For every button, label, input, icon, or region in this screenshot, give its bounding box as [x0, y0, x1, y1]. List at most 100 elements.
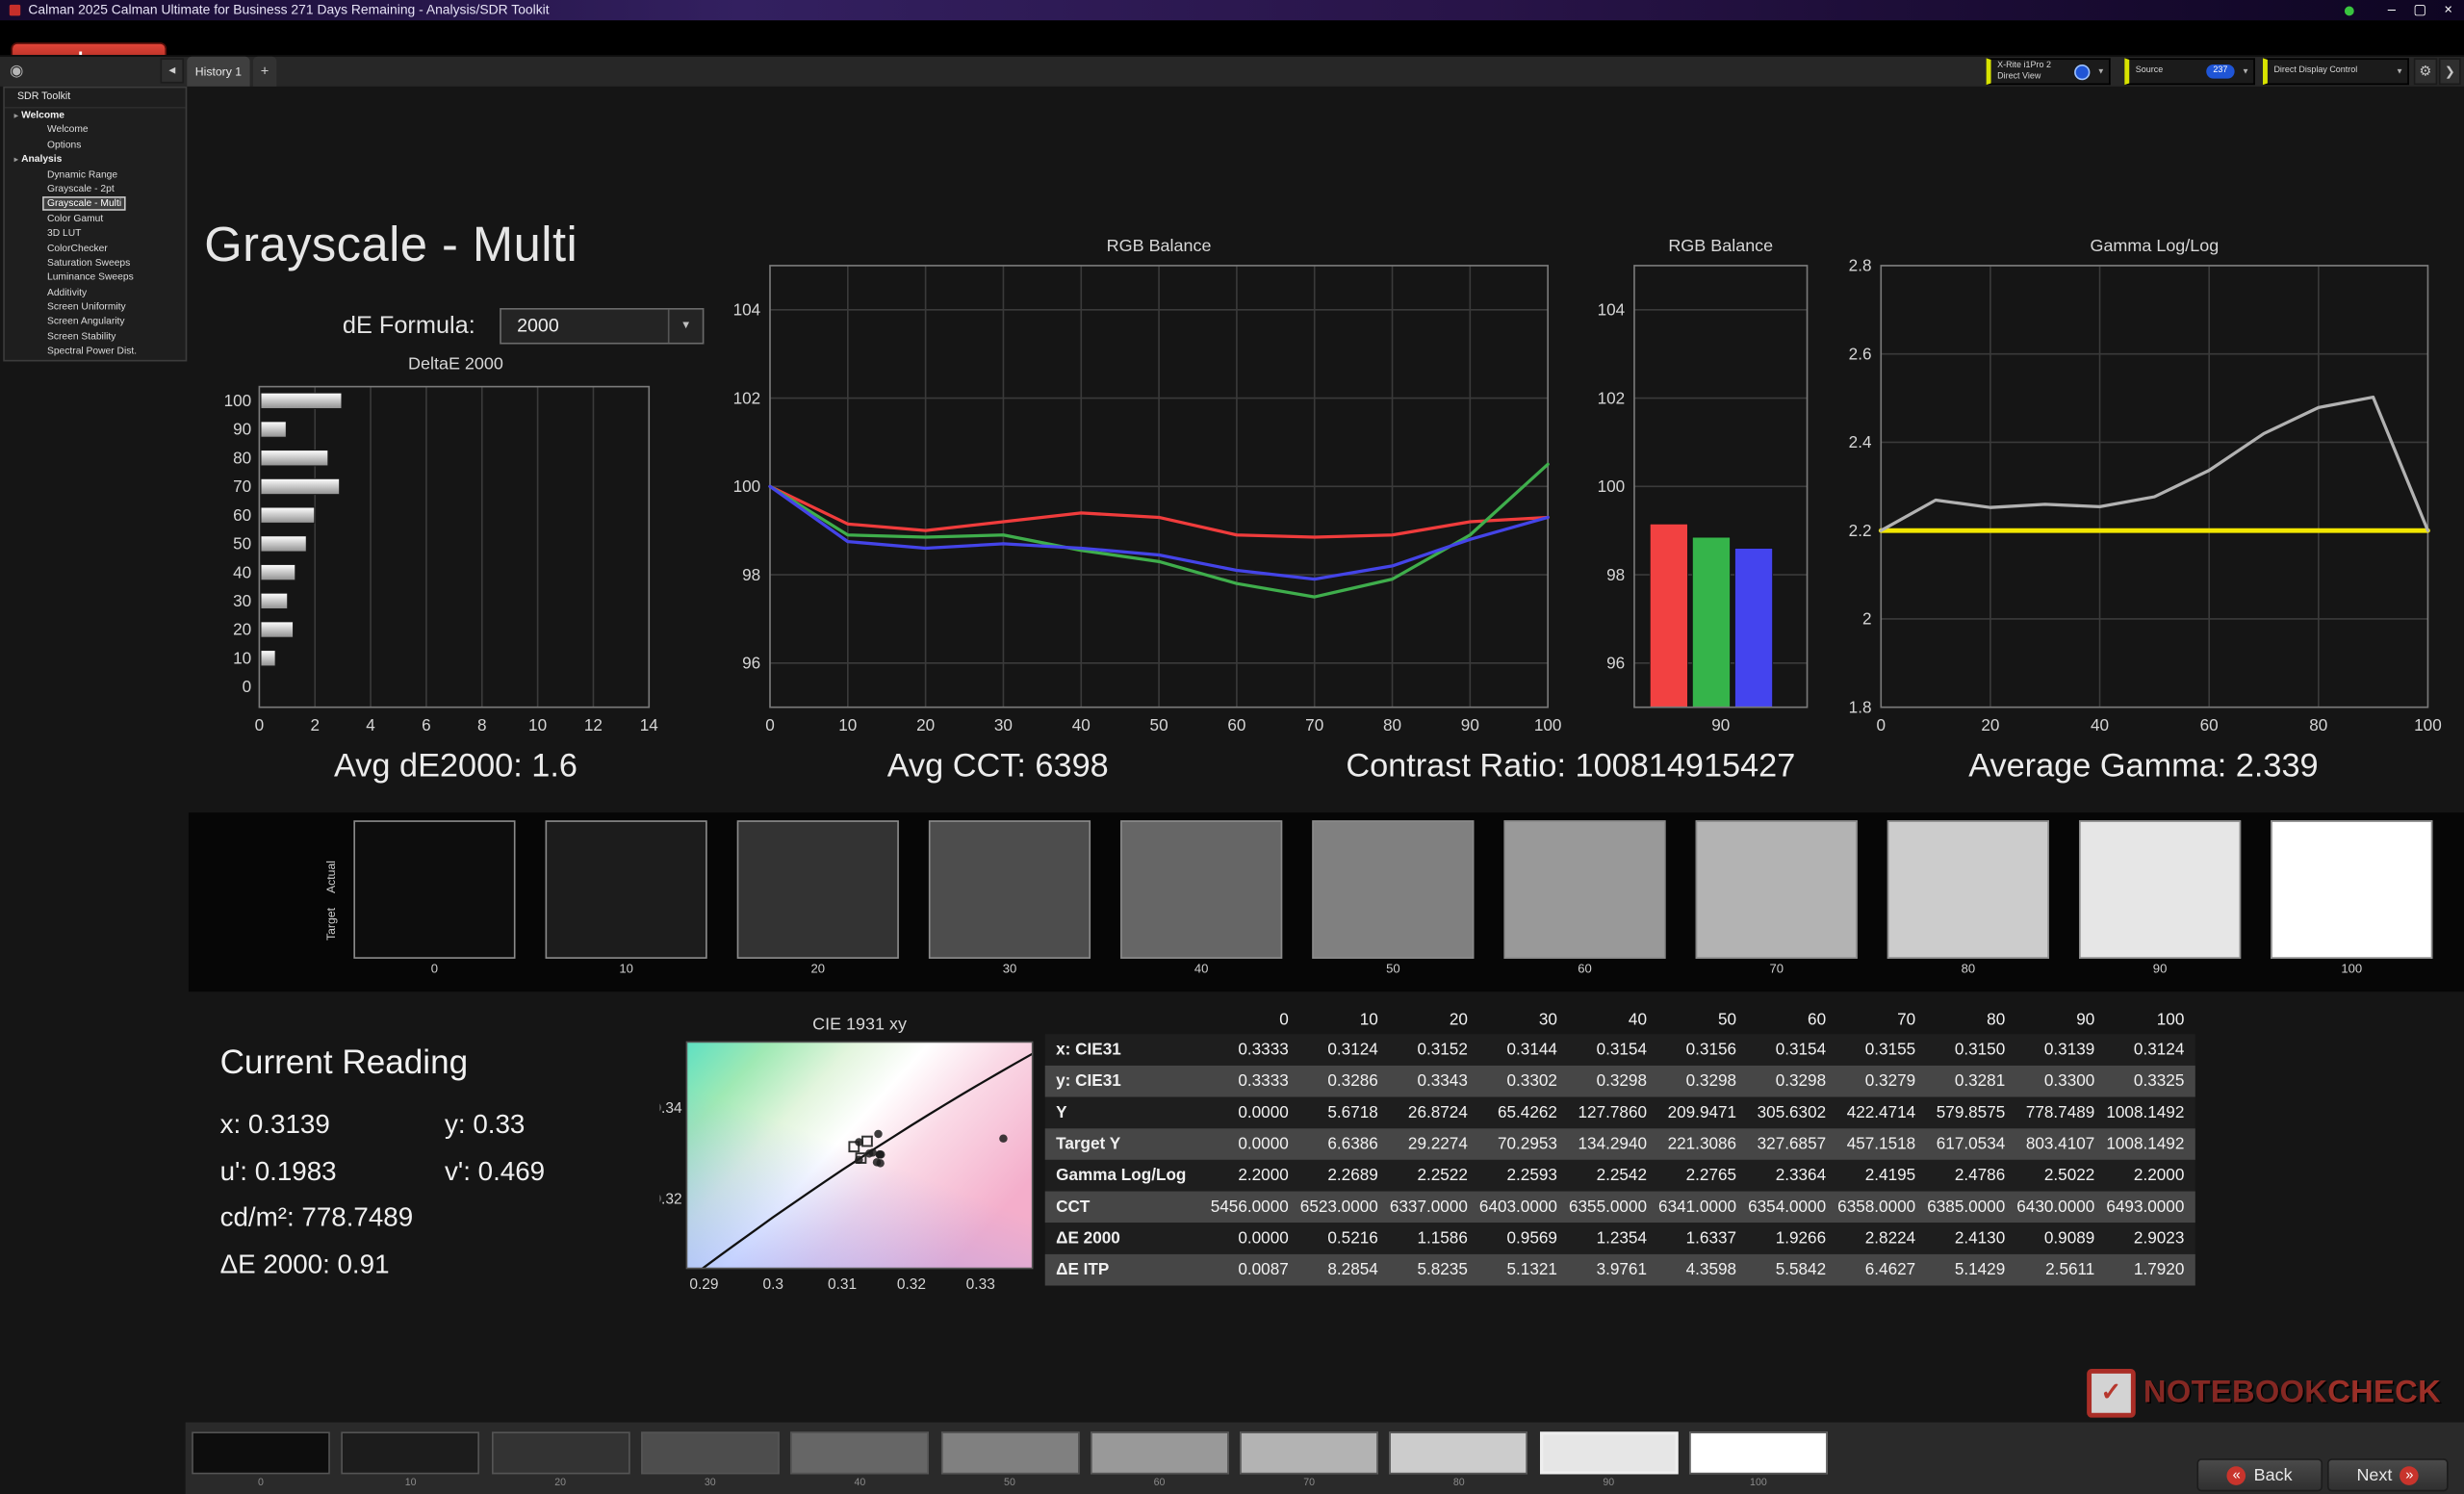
sidebar-item-screen-uniformity[interactable]: Screen Uniformity	[5, 300, 186, 315]
source-label: Source	[2135, 65, 2164, 76]
grayscale-patch-10	[545, 820, 707, 959]
contrast-ratio-stat: Contrast Ratio: 100814915427	[1346, 748, 1796, 785]
svg-text:0.3: 0.3	[762, 1276, 783, 1293]
svg-text:10: 10	[528, 715, 547, 734]
svg-text:50: 50	[1150, 715, 1168, 734]
reading-x: x: 0.3139	[219, 1109, 330, 1140]
display-control-selector[interactable]: Direct Display Control ▼	[2263, 58, 2409, 86]
meter-selector[interactable]: X-Rite i1Pro 2 Direct View ▼	[1986, 58, 2111, 86]
notebookcheck-watermark: ✓ NOTEBOOKCHECK	[2087, 1368, 2441, 1417]
measurement-table: 0 10 20 30 40 50 60 70 80 90 100 x: CIE31 0.3333 0.31…	[1044, 1006, 2195, 1286]
sidebar-collapse-button[interactable]: ◄	[160, 58, 185, 84]
table-row-y-cie31: y: CIE31 0.3333 0.3286 0.3343 0.3302 0.3298 0.…	[1044, 1065, 2195, 1097]
svg-text:20: 20	[916, 715, 935, 734]
reading-v: v': 0.469	[445, 1156, 546, 1187]
table-row-y: Y 0.0000 5.6718 26.8724 65.4262 127.7860 209.9…	[1044, 1096, 2195, 1129]
svg-text:0: 0	[255, 715, 265, 734]
tree-group-welcome[interactable]: ▸ Welcome	[5, 109, 186, 123]
grayscale-patch-label: 40	[1194, 962, 1209, 976]
grayscale-patch-label: 20	[810, 962, 826, 976]
display-control-label: Direct Display Control	[2273, 65, 2358, 76]
deltae-bar-chart: 0 2 4 6 8 10 12 141009080706050403020100	[224, 385, 659, 734]
grayscale-patch-50	[1312, 820, 1475, 959]
footer-patch-70	[1240, 1431, 1378, 1475]
svg-text:60: 60	[233, 505, 251, 525]
window-titlebar: Calman 2025 Calman Ultimate for Business…	[0, 0, 2464, 21]
svg-text:100: 100	[224, 391, 252, 410]
svg-text:2.8: 2.8	[1849, 256, 1872, 275]
svg-text:104: 104	[733, 300, 761, 320]
grayscale-patch-100	[2271, 820, 2433, 959]
sidebar-item-grayscale-multi[interactable]: Grayscale - Multi	[5, 196, 186, 212]
tab-history-1[interactable]: History 1	[187, 56, 250, 87]
maximize-icon[interactable]: ▢	[2407, 0, 2432, 20]
footer-patch-label: 60	[1153, 1477, 1166, 1489]
svg-text:102: 102	[1598, 388, 1626, 407]
sidebar-item-color-gamut[interactable]: Color Gamut	[5, 212, 186, 226]
svg-text:80: 80	[2309, 715, 2327, 734]
sidebar-item-spectral-power-dist[interactable]: Spectral Power Dist.	[5, 345, 186, 359]
reading-uv: u': 0.1983 v': 0.469	[220, 1157, 692, 1192]
next-button[interactable]: Next »	[2326, 1458, 2449, 1492]
back-label: Back	[2253, 1465, 2293, 1485]
grayscale-patch-label: 0	[430, 962, 439, 976]
sidebar-item-dynamic-range[interactable]: Dynamic Range	[5, 167, 186, 182]
footer-patch-50	[940, 1431, 1079, 1475]
sidebar-item-luminance-sweeps[interactable]: Luminance Sweeps	[5, 270, 186, 285]
sidebar-item-additivity[interactable]: Additivity	[5, 286, 186, 300]
chevron-down-icon: ▼	[2396, 66, 2404, 77]
avg-de2000-stat: Avg dE2000: 1.6	[334, 748, 578, 785]
window-title: Calman 2025 Calman Ultimate for Business…	[28, 1, 550, 17]
sidebar-item-screen-stability[interactable]: Screen Stability	[5, 330, 186, 345]
sidebar-item-saturation-sweeps[interactable]: Saturation Sweeps	[5, 256, 186, 270]
sidebar-item-options[interactable]: Options	[5, 138, 186, 152]
minimize-icon[interactable]: –	[2379, 0, 2404, 20]
current-reading-title: Current Reading	[219, 1043, 469, 1082]
svg-text:10: 10	[233, 648, 251, 667]
grayscale-patch-label: 60	[1578, 962, 1592, 976]
source-selector[interactable]: Source 237 ▼	[2124, 58, 2255, 86]
svg-text:60: 60	[1227, 715, 1245, 734]
grayscale-patch-label: 100	[2341, 962, 2363, 976]
svg-text:96: 96	[1606, 654, 1625, 673]
pin-panel-icon[interactable]: ◉	[5, 60, 28, 83]
sidebar-tree: ▸ Welcome Welcome Options ▸ Analysis Dynamic R…	[5, 109, 186, 360]
notebookcheck-logo-icon: ✓	[2087, 1368, 2136, 1417]
svg-text:0: 0	[765, 715, 775, 734]
sidebar-item-3d-lut[interactable]: 3D LUT	[5, 226, 186, 241]
svg-text:20: 20	[1981, 715, 1999, 734]
table-column-header: 0	[1279, 1010, 1289, 1030]
next-label: Next	[2356, 1465, 2393, 1485]
close-icon[interactable]: ×	[2436, 0, 2461, 20]
tree-group-analysis[interactable]: ▸ Analysis	[5, 153, 186, 167]
de-formula-dropdown[interactable]: 2000 ▼	[500, 307, 705, 345]
target-label: Target	[323, 907, 339, 941]
back-button[interactable]: « Back	[2196, 1458, 2323, 1492]
svg-text:1.8: 1.8	[1849, 697, 1872, 716]
svg-text:0: 0	[1877, 715, 1886, 734]
gear-icon[interactable]: ⚙	[2413, 58, 2438, 86]
svg-text:14: 14	[640, 715, 659, 734]
grayscale-patch-20	[736, 820, 899, 959]
caret-icon: ▸	[13, 111, 18, 121]
sidebar-item-screen-angularity[interactable]: Screen Angularity	[5, 315, 186, 329]
footer-patch-label: 20	[554, 1477, 567, 1489]
sidebar-item-welcome[interactable]: Welcome	[5, 123, 186, 138]
chevron-down-icon: ▼	[667, 309, 703, 343]
svg-text:40: 40	[1072, 715, 1091, 734]
grayscale-swatch-band: Actual Target 0 10 20 30 40 50 60 70 80 90 100	[188, 812, 2464, 992]
add-tab-button[interactable]: +	[252, 56, 277, 87]
footer-patch-label: 80	[1452, 1477, 1465, 1489]
grayscale-patch-90	[2078, 820, 2242, 959]
table-column-header: 50	[1717, 1010, 1737, 1030]
svg-text:60: 60	[2200, 715, 2219, 734]
sidebar-item-colorchecker[interactable]: ColorChecker	[5, 242, 186, 256]
svg-text:0.33: 0.33	[966, 1276, 995, 1293]
caret-icon: ▸	[13, 155, 18, 166]
table-column-header: 20	[1449, 1010, 1468, 1030]
svg-text:98: 98	[742, 565, 760, 584]
footer-patch-0	[192, 1431, 330, 1475]
sidebar-item-grayscale-2pt[interactable]: Grayscale - 2pt	[5, 182, 186, 196]
footer-patch-label: 0	[258, 1477, 264, 1489]
expand-panel-icon[interactable]: ❯	[2438, 58, 2461, 86]
